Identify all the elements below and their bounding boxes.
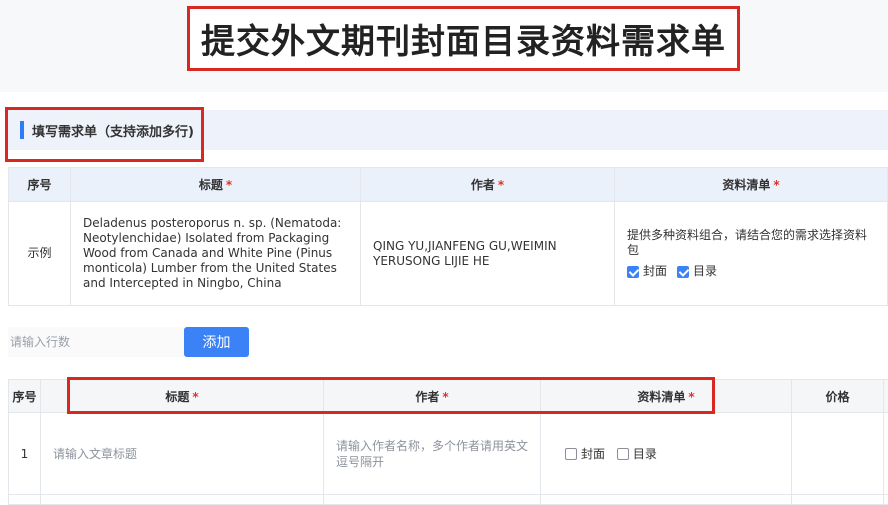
author-input-placeholder: 请输入作者名称，多个作者请用英文逗号隔开 [336,439,528,469]
required-mark: * [498,178,504,192]
header-materials: 资料清单* [615,168,888,202]
row-cut-off [884,413,888,495]
section-highlight-box [5,107,204,162]
checkbox-toc[interactable]: 目录 [617,446,657,460]
example-materials: 提供多种资料组合，请结合您的需求选择资料包 封面 目录 [615,202,888,306]
checkbox-cover[interactable]: 封面 [627,264,667,279]
materials-cell: 封面 目录 [541,413,792,495]
price-cell [792,413,884,495]
materials-description: 提供多种资料组合，请结合您的需求选择资料包 [627,228,875,258]
checkbox-cover[interactable]: 封面 [565,446,605,460]
header-cut-off [884,380,888,413]
title-input-cell[interactable]: 请输入文章标题 [41,413,324,495]
checkbox-unchecked-icon [565,448,577,460]
title-highlight-box: 提交外文期刊封面目录资料需求单 [187,6,740,71]
required-mark: * [226,178,232,192]
header-price: 价格 [792,380,884,413]
title-input-placeholder: 请输入文章标题 [53,447,137,461]
example-author: QING YU,JIANFENG GU,WEIMIN YERUSONG LIJI… [361,202,615,306]
header-title: 标题* [71,168,361,202]
example-table: 序号 标题* 作者* 资料清单* 示例 Deladenus posteropor… [8,167,888,306]
required-mark: * [773,178,779,192]
checkbox-checked-icon [627,266,639,278]
header-index: 序号 [9,168,71,202]
example-index: 示例 [9,202,71,306]
header-author: 作者* [361,168,615,202]
author-input-cell[interactable]: 请输入作者名称，多个作者请用英文逗号隔开 [324,413,541,495]
checkbox-checked-icon [677,266,689,278]
checkbox-toc[interactable]: 目录 [677,264,717,279]
table-row: 1 请输入文章标题 请输入作者名称，多个作者请用英文逗号隔开 封面 目录 [9,413,888,495]
page-title: 提交外文期刊封面目录资料需求单 [201,14,726,63]
table-row: 示例 Deladenus posteroporus n. sp. (Nemato… [9,202,888,306]
example-title: Deladenus posteroporus n. sp. (Nematoda:… [71,202,361,306]
rows-count-input[interactable] [8,327,184,357]
example-header-row: 序号 标题* 作者* 资料清单* [9,168,888,202]
add-button[interactable]: 添加 [184,327,249,357]
row-index: 1 [9,413,41,495]
checkbox-unchecked-icon [617,448,629,460]
header-index: 序号 [9,380,41,413]
required-columns-highlight-box [67,377,715,414]
